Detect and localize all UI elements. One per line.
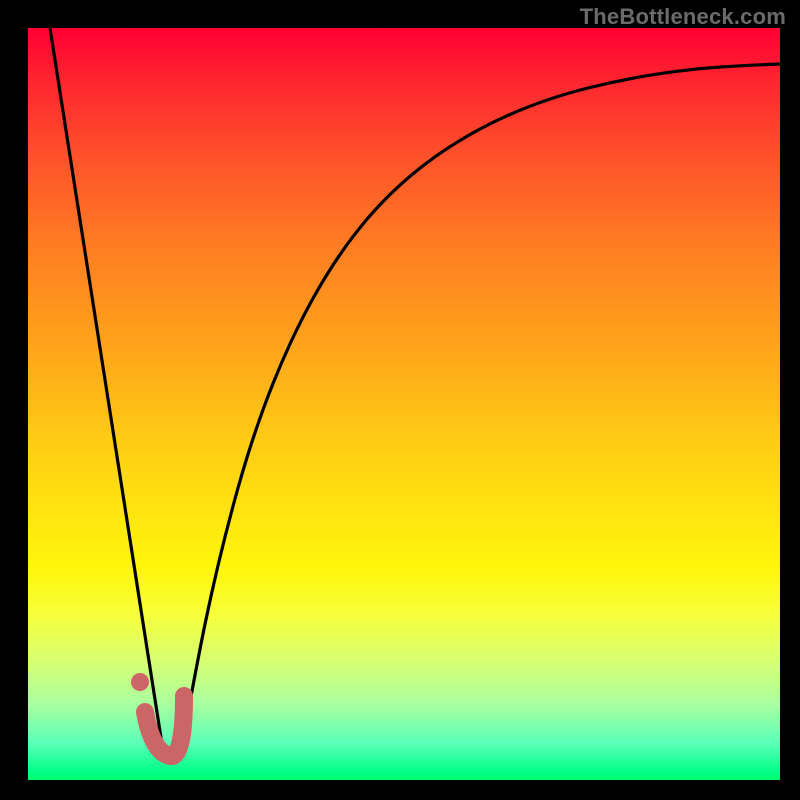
j-marker-hook — [145, 696, 184, 756]
left-falling-line — [50, 28, 164, 757]
chart-frame: TheBottleneck.com — [0, 0, 800, 800]
watermark-label: TheBottleneck.com — [580, 4, 786, 30]
j-marker-dot — [131, 673, 149, 691]
right-rising-curve — [180, 64, 780, 757]
plot-area — [28, 28, 780, 780]
curve-layer — [28, 28, 780, 780]
